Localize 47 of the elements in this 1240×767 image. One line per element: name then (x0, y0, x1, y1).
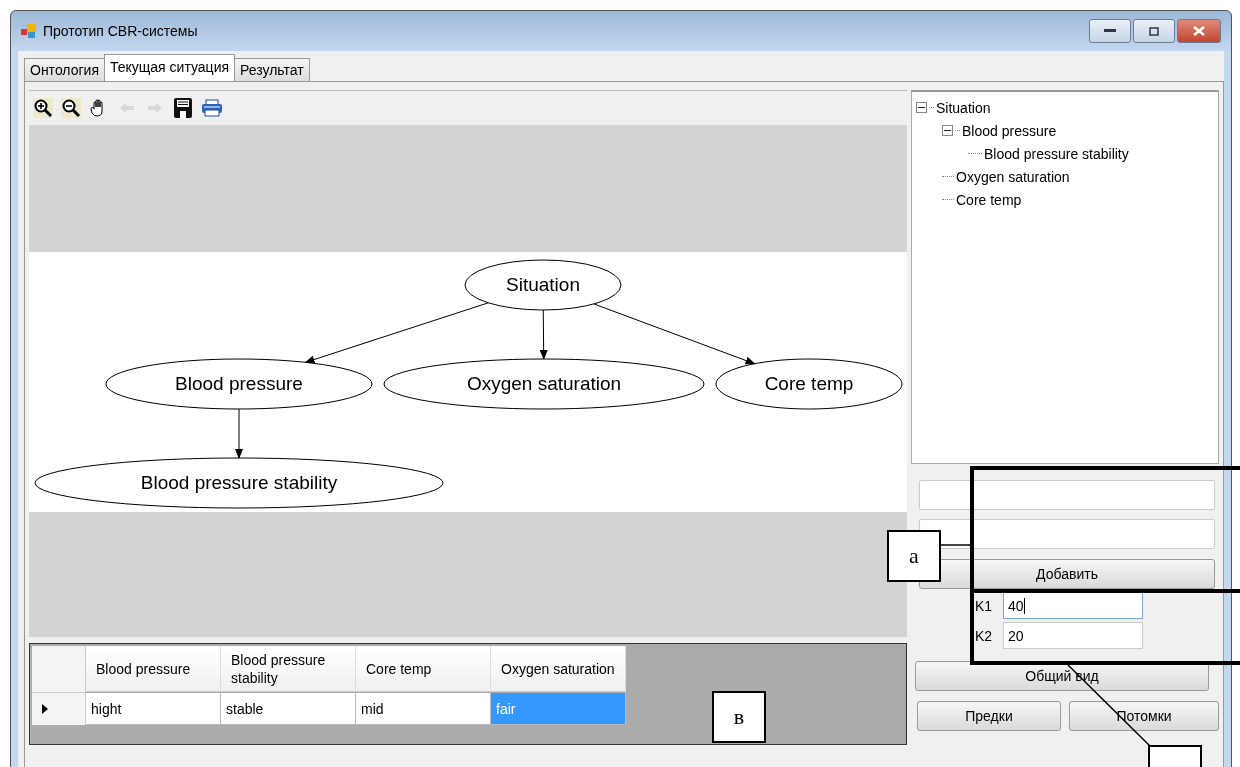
close-button[interactable] (1177, 19, 1221, 43)
table-cell[interactable]: hight (86, 693, 221, 725)
callout-label: а (887, 530, 941, 582)
node-label: Core temp (764, 373, 854, 394)
window-title: Прототип CBR-системы (43, 23, 198, 39)
column-header[interactable]: Core temp (356, 646, 491, 692)
minimize-button[interactable] (1089, 19, 1131, 43)
tree-item[interactable]: Situation (936, 99, 991, 116)
input-field[interactable]: 40 (1003, 592, 1143, 619)
printer-icon[interactable] (201, 99, 223, 117)
field-label: K1 (975, 597, 994, 614)
minimize-icon (1104, 29, 1116, 33)
column-header[interactable]: Blood pressure stability (221, 646, 356, 692)
column-header[interactable]: Blood pressure (86, 646, 221, 692)
table-cell[interactable]: mid (356, 693, 491, 725)
leader-line (940, 544, 973, 546)
node-label: Situation (506, 274, 580, 295)
zoom-out-icon[interactable] (61, 98, 81, 118)
tree-item[interactable]: Blood pressure stability (984, 145, 1129, 162)
tab[interactable]: Онтология (24, 58, 105, 81)
node-label: Blood pressure stability (140, 472, 338, 493)
input-field[interactable]: 20 (1003, 622, 1143, 649)
graph-edge-arrow (235, 408, 243, 459)
input-field[interactable] (919, 519, 1215, 549)
tree-item[interactable]: Oxygen saturation (956, 168, 1070, 185)
close-icon (1193, 26, 1205, 36)
graph-edge-arrow (539, 309, 548, 360)
save-icon[interactable] (173, 97, 193, 119)
maximize-button[interactable] (1133, 19, 1175, 43)
maximize-icon (1149, 26, 1159, 36)
tab[interactable]: Текущая ситуация (104, 54, 236, 81)
add-button[interactable]: Добавить (919, 559, 1215, 589)
tree-item[interactable]: Core temp (956, 191, 1022, 208)
app-icon (21, 23, 37, 39)
nav-button[interactable]: Предки (917, 701, 1061, 731)
callout-label: в (712, 691, 766, 743)
column-header[interactable]: Oxygen saturation (491, 646, 626, 692)
field-label: K2 (975, 627, 994, 644)
collapse-icon[interactable] (916, 102, 927, 113)
input-field[interactable] (919, 480, 1215, 510)
zoom-in-icon[interactable] (33, 98, 53, 118)
tree-item[interactable]: Blood pressure (962, 122, 1057, 139)
collapse-icon[interactable] (942, 125, 953, 136)
table-cell[interactable]: stable (221, 693, 356, 725)
tab[interactable]: Результат (234, 58, 310, 81)
node-label: Oxygen saturation (466, 373, 622, 394)
node-label: Blood pressure (175, 373, 303, 394)
